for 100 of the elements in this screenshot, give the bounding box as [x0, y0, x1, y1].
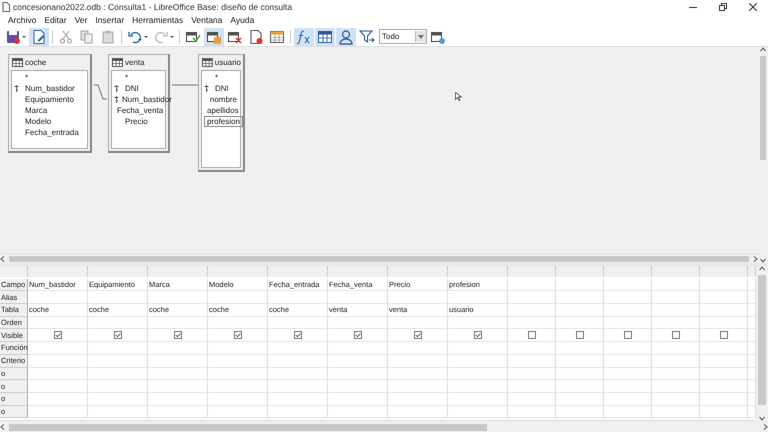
grid-cell[interactable]: [652, 406, 700, 418]
grid-cell[interactable]: [268, 291, 328, 304]
grid-cell[interactable]: [268, 392, 328, 406]
grid-cell[interactable]: [88, 392, 148, 406]
table-field[interactable]: DNI: [212, 83, 232, 94]
close-icon[interactable]: [749, 2, 757, 10]
grid-cell[interactable]: [28, 329, 88, 342]
scroll-up-icon[interactable]: [760, 47, 766, 53]
checkbox[interactable]: [528, 331, 536, 340]
grid-cell[interactable]: [148, 380, 208, 393]
grid-cell[interactable]: [208, 380, 268, 393]
scroll-left-icon[interactable]: [0, 256, 6, 262]
menu-item[interactable]: Ver: [70, 15, 92, 25]
scroll-down-icon[interactable]: [759, 415, 765, 421]
checkbox[interactable]: [54, 331, 62, 340]
alias-button[interactable]: [336, 28, 356, 46]
scroll-down-icon[interactable]: [760, 257, 766, 263]
grid-cell[interactable]: [556, 316, 604, 330]
column-header[interactable]: [388, 266, 448, 277]
checkbox[interactable]: [234, 331, 242, 340]
clear-button[interactable]: [204, 28, 224, 46]
grid-cell[interactable]: [700, 342, 748, 355]
grid-cell[interactable]: [556, 354, 604, 368]
grid-cell[interactable]: [388, 291, 448, 304]
grid-cell[interactable]: [700, 392, 748, 406]
grid-cell[interactable]: [328, 380, 388, 393]
grid-cell[interactable]: [448, 316, 508, 330]
grid-cell[interactable]: [328, 406, 388, 418]
menu-item[interactable]: Editar: [40, 15, 71, 25]
grid-cell[interactable]: [208, 354, 268, 368]
grid-cell[interactable]: [604, 354, 652, 368]
scroll-left-icon[interactable]: [0, 424, 6, 430]
grid-cell[interactable]: [652, 392, 700, 406]
grid-cell[interactable]: [88, 368, 148, 380]
grid-cell[interactable]: [328, 368, 388, 380]
table-field[interactable]: Fecha_entrada: [22, 127, 82, 138]
grid-cell[interactable]: [508, 368, 556, 380]
grid-cell[interactable]: [556, 342, 604, 355]
grid-cell[interactable]: [556, 291, 604, 304]
grid-cell[interactable]: [508, 316, 556, 330]
grid-cell[interactable]: [208, 392, 268, 406]
grid-cell[interactable]: [148, 406, 208, 418]
grid-cell[interactable]: [700, 354, 748, 368]
checkbox[interactable]: [414, 331, 422, 340]
grid-cell[interactable]: [148, 342, 208, 355]
column-header[interactable]: [0, 266, 28, 277]
horizontal-scrollbar[interactable]: [0, 421, 768, 432]
grid-cell[interactable]: [652, 354, 700, 368]
grid-cell[interactable]: [556, 380, 604, 393]
grid-cell[interactable]: [268, 406, 328, 418]
table-field[interactable]: Marca: [22, 105, 50, 116]
grid-cell[interactable]: [604, 304, 652, 317]
grid-cell[interactable]: [652, 380, 700, 393]
grid-cell[interactable]: [28, 342, 88, 355]
column-header[interactable]: [28, 266, 88, 277]
column-header[interactable]: [556, 266, 604, 277]
grid-cell[interactable]: [700, 304, 748, 317]
grid-cell[interactable]: [148, 354, 208, 368]
grid-cell[interactable]: [148, 316, 208, 330]
grid-cell[interactable]: [700, 406, 748, 418]
edit-button[interactable]: [29, 28, 49, 46]
grid-cell[interactable]: [88, 406, 148, 418]
grid-cell[interactable]: [88, 342, 148, 355]
scroll-up-icon[interactable]: [759, 266, 765, 272]
grid-cell[interactable]: [508, 329, 556, 342]
grid-cell[interactable]: [328, 329, 388, 342]
function-button[interactable]: [294, 28, 314, 46]
grid-cell[interactable]: [604, 316, 652, 330]
grid-cell[interactable]: [700, 329, 748, 342]
grid-cell[interactable]: [388, 406, 448, 418]
grid-cell[interactable]: [208, 406, 268, 418]
grid-cell[interactable]: [604, 380, 652, 393]
grid-cell[interactable]: [328, 392, 388, 406]
checkbox[interactable]: [624, 331, 632, 340]
grid-cell[interactable]: [208, 342, 268, 355]
checkbox[interactable]: [474, 331, 482, 340]
grid-cell[interactable]: [388, 342, 448, 355]
grid-cell[interactable]: [88, 329, 148, 342]
grid-cell[interactable]: [652, 304, 700, 317]
grid-cell[interactable]: [508, 278, 556, 292]
grid-cell[interactable]: [208, 368, 268, 380]
menu-item[interactable]: Ventana: [187, 15, 226, 25]
restore-icon[interactable]: [719, 2, 727, 10]
grid-cell[interactable]: [652, 329, 700, 342]
scroll-right-icon[interactable]: [752, 256, 758, 262]
grid-cell[interactable]: [652, 278, 700, 292]
grid-cell[interactable]: [604, 368, 652, 380]
grid-cell[interactable]: [448, 342, 508, 355]
grid-cell[interactable]: [88, 316, 148, 330]
grid-cell[interactable]: [508, 291, 556, 304]
checkbox[interactable]: [294, 331, 302, 340]
grid-cell[interactable]: [652, 291, 700, 304]
grid-cell[interactable]: [652, 342, 700, 355]
grid-cell[interactable]: [604, 329, 652, 342]
grid-cell[interactable]: [328, 342, 388, 355]
grid-cell[interactable]: [88, 380, 148, 393]
grid-cell[interactable]: [28, 368, 88, 380]
grid-cell[interactable]: [700, 278, 748, 292]
grid-cell[interactable]: [148, 368, 208, 380]
column-header[interactable]: [268, 266, 328, 277]
